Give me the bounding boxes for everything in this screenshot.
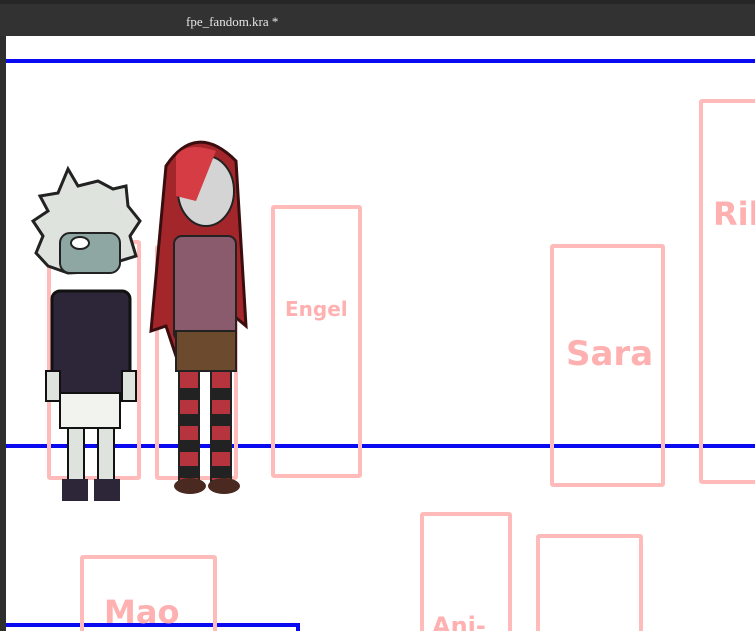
drawing-canvas[interactable]: Engel Sara Ril Mao Ani- (6, 36, 755, 631)
label-engel: Engel (285, 297, 348, 321)
slot-box-engel: Engel (271, 205, 362, 478)
slot-box-sara: Sara (550, 244, 665, 487)
character-red-hair (149, 140, 248, 494)
character-white-hair (30, 165, 142, 501)
document-tab-bar: fpe_fandom.kra * (0, 4, 755, 36)
guide-line-vertical (296, 623, 300, 631)
striped-stockings (178, 370, 232, 482)
slot-box-empty (536, 534, 643, 631)
slot-box-ril: Ril (699, 99, 755, 484)
label-ani: Ani- (432, 612, 486, 631)
guide-line-top (6, 59, 755, 63)
document-title[interactable]: fpe_fandom.kra * (186, 14, 278, 30)
label-sara: Sara (566, 334, 654, 374)
slot-box-ani: Ani- (420, 512, 512, 631)
label-ril: Ril (713, 195, 755, 233)
label-mao: Mao (104, 593, 180, 631)
slot-box-mao: Mao (80, 555, 217, 631)
